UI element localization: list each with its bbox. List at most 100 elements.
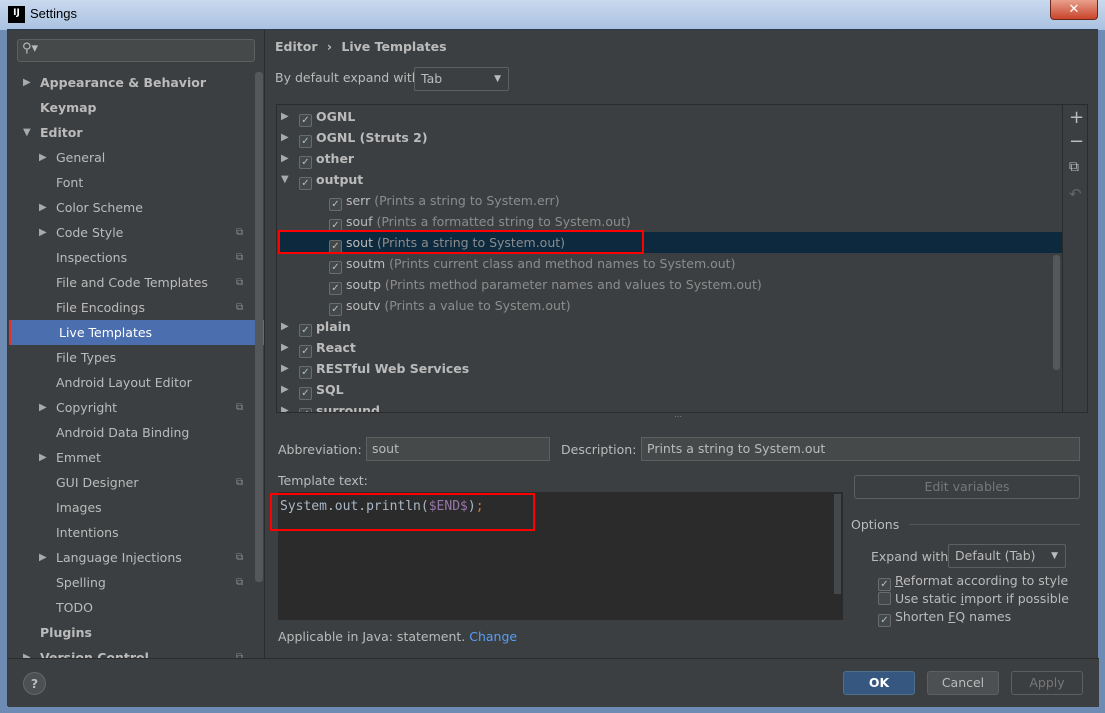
template-text-label: Template text:: [278, 473, 368, 488]
description-input[interactable]: Prints a string to System.out: [641, 437, 1080, 461]
chevron-right-icon[interactable]: ▶: [281, 316, 289, 337]
template-checkbox[interactable]: ✓: [299, 324, 312, 337]
chevron-right-icon[interactable]: ▶: [39, 145, 47, 170]
template-group[interactable]: ▶ ✓ RESTful Web Services: [278, 358, 1062, 379]
template-item[interactable]: ✓ soutm (Prints current class and method…: [278, 253, 1062, 274]
reformat-checkbox[interactable]: ✓ Reformat according to style: [878, 573, 1068, 591]
settings-search-input[interactable]: ⚲▾: [17, 39, 255, 62]
sidebar-item[interactable]: File Encodings ⧉: [8, 295, 264, 320]
chevron-down-icon[interactable]: ▼: [23, 120, 31, 145]
expand-default-select[interactable]: Tab ▼: [414, 67, 509, 91]
close-button[interactable]: ✕: [1050, 0, 1098, 20]
template-checkbox[interactable]: ✓: [329, 303, 342, 316]
sidebar-item[interactable]: GUI Designer ⧉: [8, 470, 264, 495]
chevron-down-icon[interactable]: ▼: [281, 169, 289, 190]
chevron-right-icon[interactable]: ▶: [39, 445, 47, 470]
remove-icon[interactable]: −: [1069, 131, 1084, 152]
chevron-right-icon[interactable]: ▶: [281, 337, 289, 358]
template-item[interactable]: ✓ souf (Prints a formatted string to Sys…: [278, 211, 1062, 232]
sidebar-item[interactable]: ▶ General: [8, 145, 264, 170]
template-group[interactable]: ▶ ✓ plain: [278, 316, 1062, 337]
sidebar-item[interactable]: File Types: [8, 345, 264, 370]
static-import-checkbox[interactable]: Use static import if possible: [878, 591, 1069, 606]
abbreviation-input[interactable]: sout: [366, 437, 550, 461]
sidebar: ⚲▾ ▶ Appearance & Behavior Keymap ▼ Editor ▶ G…: [8, 30, 264, 658]
template-checkbox[interactable]: ✓: [329, 198, 342, 211]
restore-icon[interactable]: ↶: [1069, 185, 1082, 203]
splitter-handle[interactable]: ⋯: [674, 412, 682, 421]
copy-icon[interactable]: ⧉: [1069, 159, 1079, 175]
template-checkbox[interactable]: ✓: [299, 408, 312, 412]
sidebar-item[interactable]: ▼ Editor: [8, 120, 264, 145]
sidebar-item[interactable]: Keymap: [8, 95, 264, 120]
sidebar-item[interactable]: Android Layout Editor: [8, 370, 264, 395]
ok-button[interactable]: OK: [843, 671, 915, 695]
sidebar-scrollbar[interactable]: [255, 72, 263, 582]
change-link[interactable]: Change: [469, 629, 517, 644]
expand-with-label: Expand with: [871, 549, 949, 564]
template-checkbox[interactable]: ✓: [299, 156, 312, 169]
sidebar-item[interactable]: ▶ Copyright ⧉: [8, 395, 264, 420]
template-checkbox[interactable]: ✓: [299, 387, 312, 400]
sidebar-item[interactable]: ▶ Emmet: [8, 445, 264, 470]
sidebar-item[interactable]: ▶ Color Scheme: [8, 195, 264, 220]
chevron-right-icon[interactable]: ▶: [281, 400, 289, 412]
template-item[interactable]: ✓ soutv (Prints a value to System.out): [278, 295, 1062, 316]
chevron-right-icon[interactable]: ▶: [39, 195, 47, 220]
template-checkbox[interactable]: ✓: [299, 345, 312, 358]
sidebar-item-label: File and Code Templates: [56, 275, 208, 290]
chevron-right-icon[interactable]: ▶: [281, 148, 289, 169]
template-group[interactable]: ▶ ✓ SQL: [278, 379, 1062, 400]
sidebar-item[interactable]: File and Code Templates ⧉: [8, 270, 264, 295]
editor-scrollbar[interactable]: [834, 494, 841, 594]
edit-variables-button[interactable]: Edit variables: [854, 475, 1080, 499]
template-checkbox[interactable]: ✓: [299, 366, 312, 379]
chevron-right-icon[interactable]: ▶: [281, 106, 289, 127]
sidebar-item-label: Color Scheme: [56, 200, 143, 215]
sidebar-item[interactable]: Live Templates: [9, 320, 264, 345]
sidebar-item[interactable]: Font: [8, 170, 264, 195]
chevron-right-icon[interactable]: ▶: [281, 127, 289, 148]
chevron-right-icon[interactable]: ▶: [23, 70, 31, 95]
template-checkbox[interactable]: ✓: [299, 177, 312, 190]
template-item[interactable]: ✓ sout (Prints a string to System.out): [278, 230, 1062, 254]
template-checkbox[interactable]: ✓: [329, 282, 342, 295]
template-group[interactable]: ▶ ✓ surround: [278, 400, 1062, 412]
template-group[interactable]: ▶ ✓ React: [278, 337, 1062, 358]
sidebar-item[interactable]: Intentions: [8, 520, 264, 545]
template-group[interactable]: ▶ ✓ OGNL: [278, 106, 1062, 127]
sidebar-item[interactable]: Spelling ⧉: [8, 570, 264, 595]
chevron-right-icon[interactable]: ▶: [23, 645, 31, 658]
breadcrumb: Editor › Live Templates: [275, 39, 447, 54]
template-checkbox[interactable]: ✓: [329, 261, 342, 274]
template-checkbox[interactable]: ✓: [299, 135, 312, 148]
chevron-right-icon[interactable]: ▶: [39, 545, 47, 570]
chevron-right-icon[interactable]: ▶: [39, 395, 47, 420]
sidebar-item[interactable]: Android Data Binding: [8, 420, 264, 445]
template-item[interactable]: ✓ soutp (Prints method parameter names a…: [278, 274, 1062, 295]
sidebar-item[interactable]: Images: [8, 495, 264, 520]
sidebar-item[interactable]: ▶ Version Control ⧉: [8, 645, 264, 658]
add-icon[interactable]: +: [1069, 107, 1084, 128]
cancel-button[interactable]: Cancel: [927, 671, 999, 695]
apply-button[interactable]: Apply: [1011, 671, 1083, 695]
help-button[interactable]: ?: [23, 672, 46, 695]
sidebar-item[interactable]: Inspections ⧉: [8, 245, 264, 270]
sidebar-item[interactable]: ▶ Language Injections ⧉: [8, 545, 264, 570]
template-group[interactable]: ▼ ✓ output: [278, 169, 1062, 190]
tree-scrollbar[interactable]: [1053, 255, 1060, 370]
template-group[interactable]: ▶ ✓ other: [278, 148, 1062, 169]
chevron-right-icon[interactable]: ▶: [281, 379, 289, 400]
sidebar-item[interactable]: ▶ Appearance & Behavior: [8, 70, 264, 95]
template-checkbox[interactable]: ✓: [299, 114, 312, 127]
template-item[interactable]: ✓ serr (Prints a string to System.err): [278, 190, 1062, 211]
template-group[interactable]: ▶ ✓ OGNL (Struts 2): [278, 127, 1062, 148]
sidebar-item[interactable]: TODO: [8, 595, 264, 620]
sidebar-item[interactable]: Plugins: [8, 620, 264, 645]
chevron-right-icon[interactable]: ▶: [39, 220, 47, 245]
sidebar-item[interactable]: ▶ Code Style ⧉: [8, 220, 264, 245]
chevron-right-icon[interactable]: ▶: [281, 358, 289, 379]
shorten-fq-checkbox[interactable]: ✓ Shorten FQ names: [878, 609, 1011, 627]
expand-with-select[interactable]: Default (Tab) ▼: [948, 544, 1066, 568]
sidebar-item-label: TODO: [56, 600, 93, 615]
